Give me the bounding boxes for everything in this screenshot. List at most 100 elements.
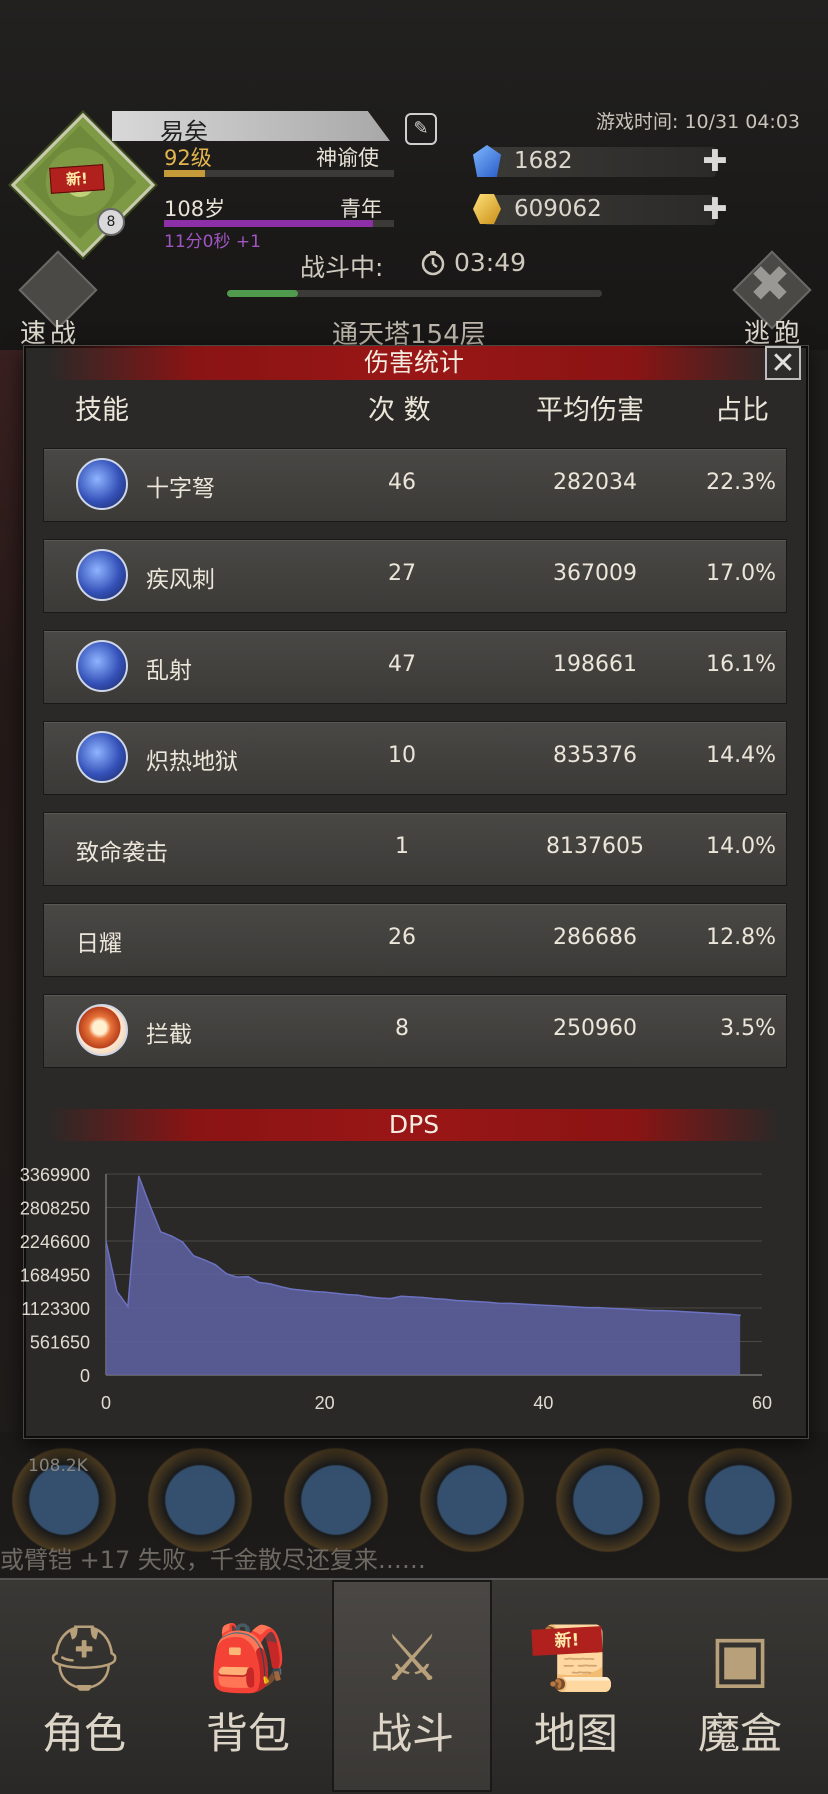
dps-point [302,1289,304,1292]
dps-point [422,1296,424,1299]
gem-value: 1682 [514,148,573,174]
blazing-inferno-icon [76,731,128,783]
dps-point [225,1272,228,1275]
x-tick-label: 0 [101,1393,111,1413]
dps-point [389,1297,392,1300]
skill-slot-6[interactable] [680,1440,800,1560]
nav-item-2[interactable]: ⚔ 战斗 [332,1580,492,1792]
dps-point [520,1303,523,1305]
dps-point [651,1309,654,1312]
dps-point [597,1306,599,1309]
close-button[interactable]: ✕ [765,346,801,380]
new-badge: 新! [49,164,105,194]
dps-point [312,1290,315,1293]
hit-count: 26 [388,925,416,950]
column-header-percent: 占比 [715,395,769,426]
age-bar-fill [164,220,374,227]
dps-point [170,1235,173,1237]
dps-point [181,1241,184,1243]
stopwatch-icon [421,251,445,276]
dps-point [236,1276,238,1278]
nav-item-1[interactable]: 🎒 背包 [168,1580,328,1792]
average-damage: 198661 [553,652,637,677]
nav-label: 战斗 [369,1709,454,1758]
nav-label: 角色 [41,1709,126,1758]
dps-point [564,1305,566,1308]
skill-name: 炽热地狱 [146,749,238,775]
dps-point [159,1231,162,1233]
xp-bar-fill [164,170,206,177]
game-time: 游戏时间: 10/31 04:03 [596,111,800,133]
quick-battle-button[interactable]: 速战 [20,313,80,350]
dps-point [192,1254,195,1257]
hit-count: 10 [388,743,416,768]
battle-log: 或臂铠 +17 失败，千金散尽还复来…… [0,1546,426,1574]
damage-percent: 14.4% [706,743,776,768]
add-gold-button[interactable]: ✚ [702,195,728,225]
nav-item-4[interactable]: ▣ 魔盒 [660,1580,820,1792]
dps-point [323,1291,326,1293]
dps-point [367,1296,370,1298]
damage-percent: 14.0% [706,834,776,859]
dps-chart-title: DPS [388,1110,440,1139]
skill-slot-5[interactable] [548,1440,668,1560]
dps-point [662,1309,665,1312]
average-damage: 8137605 [546,834,644,859]
hit-count: 47 [388,652,416,677]
hit-count: 46 [388,470,416,495]
hit-count: 8 [395,1016,409,1041]
backpack-icon: 🎒 [208,1622,288,1696]
dps-point [728,1313,730,1315]
dps-point [586,1306,588,1309]
player-age: 108岁 [164,197,226,221]
y-tick-label: 1684950 [20,1266,90,1286]
dps-point [608,1307,610,1309]
nav-item-3[interactable]: 📜 地图 [496,1580,656,1792]
flee-button[interactable]: 逃跑 [744,313,804,350]
nav-label: 魔盒 [697,1709,782,1758]
dps-point [476,1300,479,1303]
dps-chart: 3369900 2808250 2246600 1684950 1123300 56165… [20,1165,772,1413]
dps-point [575,1306,577,1308]
damage-percent: 17.0% [706,561,776,586]
edit-name-button[interactable]: ✎ [405,113,437,145]
dps-point [203,1259,206,1261]
skill-name: 致命袭击 [76,840,168,866]
average-damage: 286686 [553,925,637,950]
dps-point [138,1175,140,1178]
dps-point [400,1295,403,1298]
skill-slot-1-value: 108.2K [28,1456,88,1476]
sword-shield-icon: ⚔ [383,1622,441,1696]
x-tick-label: 40 [533,1393,553,1413]
nav-label: 地图 [533,1709,618,1758]
column-header-skill: 技能 [75,395,129,426]
dps-point [739,1314,741,1317]
intercept-fire-icon [76,1004,128,1056]
dps-point [269,1282,271,1285]
crossed-swords-icon: ✖ [749,255,791,313]
dps-point [127,1305,129,1308]
column-header-avg-damage: 平均伤害 [536,395,644,426]
dps-point [717,1312,720,1315]
dps-point [258,1281,260,1284]
map-new-badge: 新! [531,1626,603,1656]
skill-slot-4[interactable] [412,1440,532,1560]
y-tick-label: 2808250 [20,1199,90,1219]
add-gems-button[interactable]: ✚ [702,147,728,177]
average-damage: 835376 [553,743,637,768]
y-tick-label: 1123300 [21,1299,90,1319]
dps-point [695,1311,698,1314]
nav-item-0[interactable]: ⛑ 角色 [4,1580,164,1792]
crossbow-bolt-icon [76,458,128,510]
dps-point [498,1302,501,1305]
dps-point [640,1309,643,1311]
dps-point [531,1303,534,1306]
dps-point [542,1304,545,1307]
close-icon: ✕ [770,346,796,381]
dps-point [105,1240,107,1243]
name-plate [112,111,390,141]
average-damage: 367009 [553,561,637,586]
dps-point [487,1301,490,1304]
dps-point [509,1302,512,1305]
x-tick-label: 60 [752,1393,772,1413]
